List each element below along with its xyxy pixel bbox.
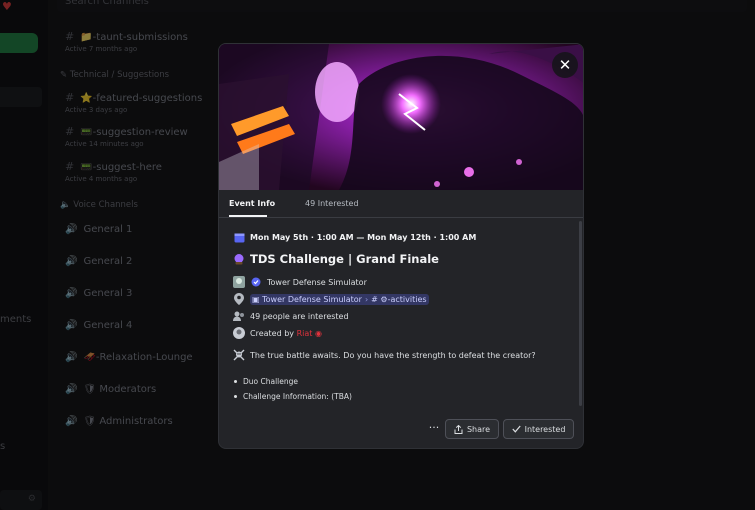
channel-hash: # — [371, 294, 378, 304]
event-location-row: ▣ Tower Defense Simulator › # ⚙-activities — [233, 293, 429, 305]
event-modal: ✕ Event Info 49 Interested Mon May 5th ·… — [218, 43, 584, 449]
close-icon[interactable]: ✕ — [559, 56, 572, 74]
event-bullet-list: Duo Challenge Challenge Information: (TB… — [233, 377, 352, 407]
interested-label: Interested — [524, 424, 566, 434]
location-pin-icon — [233, 293, 245, 305]
people-icon — [233, 310, 245, 322]
event-description: The true battle awaits. Do you have the … — [250, 350, 536, 360]
scrollbar[interactable] — [579, 221, 582, 406]
tab-interested[interactable]: 49 Interested — [305, 199, 359, 208]
gear-icon: ⚙ — [380, 294, 388, 304]
event-date-row: Mon May 5th · 1:00 AM — Mon May 12th · 1… — [233, 231, 476, 243]
event-game-row: Tower Defense Simulator — [233, 276, 367, 288]
share-button[interactable]: Share — [445, 419, 499, 439]
event-banner-image — [219, 44, 583, 190]
event-footer: ··· Share Interested — [219, 416, 583, 446]
event-tabs: Event Info 49 Interested — [219, 190, 583, 218]
calendar-icon — [233, 231, 245, 243]
created-by-label: Created by — [250, 328, 295, 338]
interested-button[interactable]: Interested — [503, 419, 574, 439]
tab-event-info[interactable]: Event Info — [229, 199, 275, 208]
event-title: TDS Challenge | Grand Finale — [250, 252, 439, 266]
event-game: Tower Defense Simulator — [267, 277, 367, 287]
verified-icon — [250, 276, 262, 288]
more-options-button[interactable]: ··· — [425, 419, 443, 437]
checkmark-icon — [511, 425, 521, 433]
skull-crossbones-icon — [233, 349, 245, 361]
chevron-right-icon: › — [364, 294, 369, 304]
share-label: Share — [466, 424, 491, 434]
event-description-row: The true battle awaits. Do you have the … — [233, 349, 536, 361]
creator-avatar — [233, 327, 245, 339]
list-item: Challenge Information: (TBA) — [233, 392, 352, 401]
creator-name[interactable]: Riat — [297, 329, 313, 338]
event-banner-art — [219, 44, 583, 190]
event-creator-row: Created by Riat ◉ — [233, 327, 322, 339]
list-item: Duo Challenge — [233, 377, 352, 386]
event-info-panel: Mon May 5th · 1:00 AM — Mon May 12th · 1… — [219, 219, 583, 409]
app-root: ♥ ments s ⚙ Search Channels # 📁-taunt-sub… — [0, 0, 755, 510]
close-button[interactable]: ✕ — [552, 52, 578, 78]
interested-count: 49 people are interested — [250, 311, 349, 321]
event-date: Mon May 5th · 1:00 AM — Mon May 12th · 1… — [250, 232, 477, 242]
event-interested-row: 49 people are interested — [233, 310, 349, 322]
crystal-ball-icon — [233, 253, 245, 265]
game-avatar-icon — [233, 276, 245, 288]
tab-active-indicator — [229, 215, 267, 217]
location-mention[interactable]: ▣ Tower Defense Simulator › # ⚙-activities — [250, 293, 429, 305]
event-title-row: TDS Challenge | Grand Finale — [233, 252, 439, 266]
share-icon — [454, 424, 463, 434]
creator-badge-icon: ◉ — [314, 328, 322, 338]
game-avatar-icon: ▣ — [252, 294, 263, 304]
